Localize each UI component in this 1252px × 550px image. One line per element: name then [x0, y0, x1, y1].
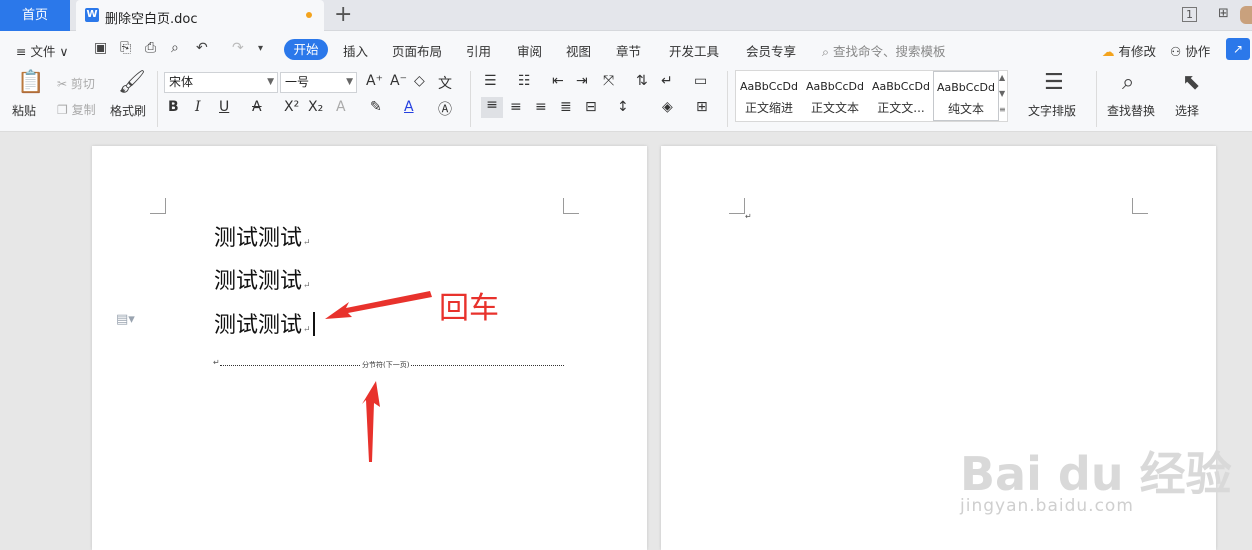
baidu-watermark-logo: Bai du 经验 — [960, 447, 1232, 501]
annotation-arrow-left — [325, 291, 432, 319]
baidu-watermark-url: jingyan.baidu.com — [960, 496, 1134, 516]
annotation-arrow-up — [362, 381, 380, 462]
annotation-enter-label: 回车 — [439, 291, 499, 326]
